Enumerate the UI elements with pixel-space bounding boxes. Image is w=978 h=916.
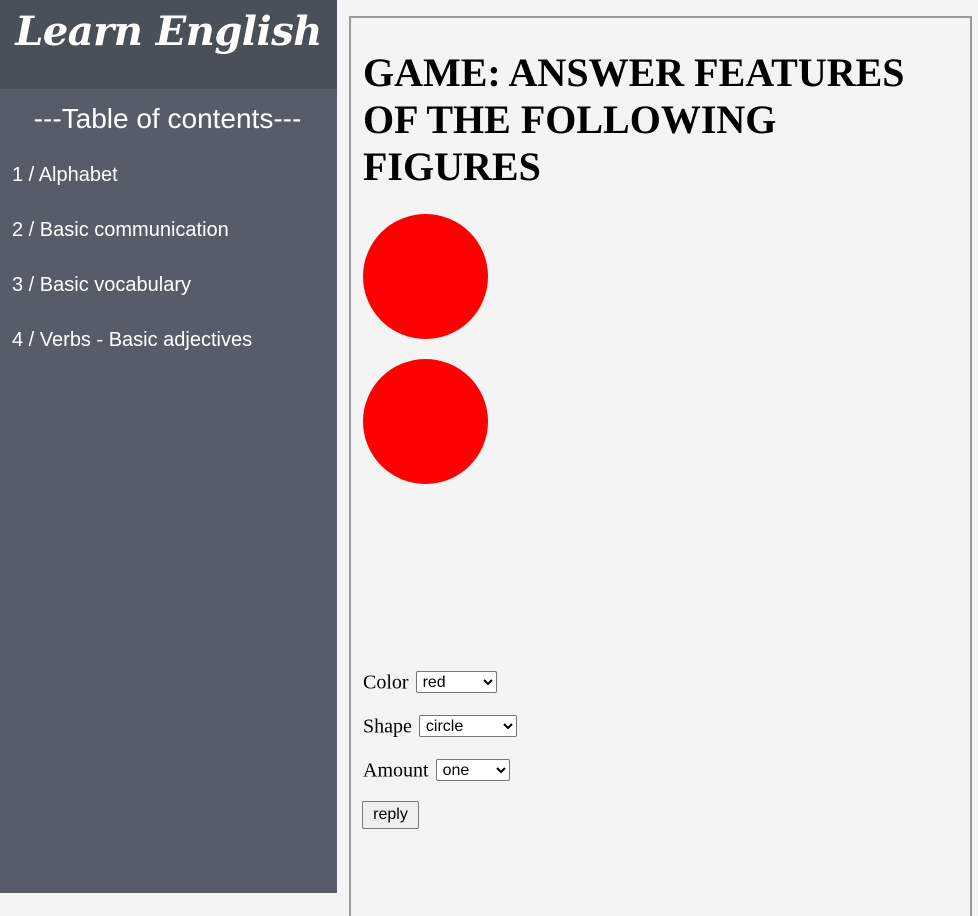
toc-item-basic-communication[interactable]: 2 / Basic communication: [12, 217, 252, 243]
shape-select[interactable]: circle: [418, 715, 517, 738]
site-logo[interactable]: Learn English: [0, 4, 337, 60]
color-field: Color red: [363, 669, 497, 694]
toc-title: ---Table of contents---: [33, 103, 302, 134]
shape-label: Shape: [363, 715, 412, 738]
color-select[interactable]: red: [415, 671, 497, 694]
sidebar: Learn English ---Table of contents--- 1 …: [0, 0, 337, 893]
content-gutter: [337, 0, 349, 893]
color-label: Color: [363, 671, 409, 694]
toc-item-alphabet[interactable]: 1 / Alphabet: [12, 162, 252, 188]
toc-list: 1 / Alphabet 2 / Basic communication 3 /…: [12, 162, 252, 382]
game-title: GAME: ANSWER FEATURES OF THE FOLLOWING F…: [363, 50, 905, 189]
logo-bar: Learn English: [0, 0, 337, 89]
toc-item-verbs-basic-adjectives[interactable]: 4 / Verbs - Basic adjectives: [12, 327, 252, 353]
amount-label: Amount: [363, 759, 429, 782]
toc-item-basic-vocabulary[interactable]: 3 / Basic vocabulary: [12, 272, 252, 298]
game-panel: GAME: ANSWER FEATURES OF THE FOLLOWING F…: [349, 16, 972, 916]
reply-button[interactable]: reply: [362, 801, 419, 829]
shape-field: Shape circle: [363, 713, 517, 738]
amount-field: Amount one: [363, 757, 510, 782]
figure-circle-2: [363, 359, 488, 484]
figure-circle-1: [363, 214, 488, 339]
amount-select[interactable]: one: [435, 759, 510, 782]
